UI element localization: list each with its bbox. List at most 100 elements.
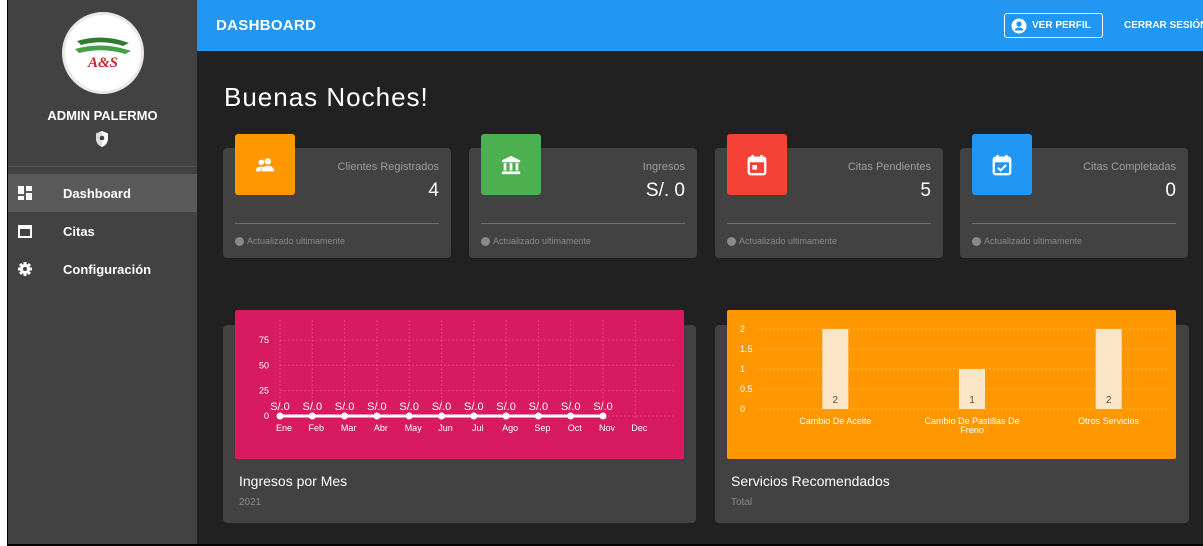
greeting-heading: Buenas Noches! xyxy=(224,82,429,112)
income-data-label: S/.0 xyxy=(335,401,355,413)
income-y-tick-label: 25 xyxy=(259,386,269,396)
stat-card-divider xyxy=(481,223,685,224)
income-data-point xyxy=(405,412,413,420)
company-logo: A&S xyxy=(62,12,144,94)
services-bar-label: 2 xyxy=(1106,395,1112,406)
stat-card-icon-box xyxy=(972,134,1032,195)
sidebar-item-label: Dashboard xyxy=(63,185,131,201)
stat-card-value: 5 xyxy=(920,180,931,201)
stat-card-footer: Actualizado ultimamente xyxy=(235,236,345,246)
stat-card-value: 0 xyxy=(1165,180,1176,201)
sidebar-divider xyxy=(8,166,197,167)
income-data-point xyxy=(438,412,445,420)
income-y-tick-label: 75 xyxy=(259,335,269,345)
services-x-tick-label: Freno xyxy=(960,425,984,435)
users-icon xyxy=(255,157,275,171)
page-title: DASHBOARD xyxy=(216,17,317,34)
view-profile-button[interactable]: VER PERFIL xyxy=(1004,13,1103,38)
income-chart-panel: Ene Feb Mar Abr May Jun Jul Ago Sep Oct Nov Dec 0 25 5… xyxy=(235,310,684,459)
logout-button[interactable]: CERRAR SESIÓN xyxy=(1124,20,1203,31)
income-chart-subtitle: 2021 xyxy=(239,497,262,508)
info-icon xyxy=(727,236,736,246)
services-chart-card: 0 0.5 1 1.5 2 2 Cambio De Aceite 1 Cambio De Pas… xyxy=(715,310,1189,523)
services-x-tick-label: Otros Servicios xyxy=(1078,416,1140,426)
shield-icon xyxy=(96,131,108,147)
income-data-point xyxy=(276,412,284,420)
stat-card-footer-text: Actualizado ultimamente xyxy=(493,236,592,246)
info-icon xyxy=(235,236,244,246)
income-data-label: S/.0 xyxy=(561,401,581,413)
stat-card-label: Citas Pendientes xyxy=(847,161,931,173)
stat-card-label: Clientes Registrados xyxy=(337,161,440,173)
income-chart-card: Ene Feb Mar Abr May Jun Jul Ago Sep Oct Nov Dec 0 25 5… xyxy=(223,310,696,523)
services-chart-title: Servicios Recomendados xyxy=(731,473,890,489)
income-x-tick-label: Sep xyxy=(534,423,550,433)
sidebar-item-label: Configuración xyxy=(63,261,152,277)
income-data-label: S/.0 xyxy=(303,401,323,413)
stat-card-footer-text: Actualizado ultimamente xyxy=(247,236,346,246)
stat-card-clientes: Clientes Registrados 4 Actualizado ultim… xyxy=(223,134,451,258)
services-chart-subtitle: Total xyxy=(731,497,753,508)
income-y-tick-label: 0 xyxy=(264,411,269,421)
income-data-label: S/.0 xyxy=(496,401,516,413)
stat-card-value: S/. 0 xyxy=(645,180,685,201)
stat-card-citas-pendientes: Citas Pendientes 5 Actualizado ultimamen… xyxy=(715,134,943,258)
income-x-tick-label: May xyxy=(405,423,423,433)
income-x-tick-label: Ene xyxy=(276,423,292,433)
income-line-chart: Ene Feb Mar Abr May Jun Jul Ago Sep Oct Nov Dec 0 25 5… xyxy=(259,320,675,433)
income-data-point xyxy=(341,412,349,420)
stat-card-value: 4 xyxy=(428,180,439,201)
income-x-tick-label: Jul xyxy=(472,423,484,433)
stat-card-footer-text: Actualizado ultimamente xyxy=(984,236,1083,246)
services-bar-label: 1 xyxy=(969,395,975,406)
services-y-tick-label: 1.5 xyxy=(740,344,753,354)
income-data-label: S/.0 xyxy=(593,401,613,413)
income-y-tick-label: 50 xyxy=(259,360,269,370)
stat-card-label: Ingresos xyxy=(642,161,685,173)
dashboard-icon xyxy=(18,186,32,200)
sidebar-item-dashboard[interactable]: Dashboard xyxy=(8,174,197,212)
services-y-tick-label: 0 xyxy=(740,404,745,414)
info-icon xyxy=(972,236,981,246)
income-data-label: S/.0 xyxy=(399,401,419,413)
income-data-point xyxy=(502,412,510,420)
income-data-point xyxy=(470,412,478,420)
stat-card-footer: Actualizado ultimamente xyxy=(727,236,837,246)
services-bar-chart: 00.511.522Cambio De Aceite1Cambio De Pas… xyxy=(740,324,1167,435)
stat-card-label: Citas Completadas xyxy=(1083,161,1176,173)
gear-icon xyxy=(18,262,32,276)
income-x-tick-label: Dec xyxy=(631,423,648,433)
app-window: A&S ADMIN PALERMO Dashboard Citas Config… xyxy=(7,0,1203,546)
top-app-bar: DASHBOARD VER PERFIL CERRAR SESIÓN xyxy=(197,0,1203,51)
services-x-tick-label: Cambio De Aceite xyxy=(799,416,871,426)
income-chart-title: Ingresos por Mes xyxy=(239,473,348,489)
calendar-pending-icon xyxy=(747,154,767,175)
account-circle-icon xyxy=(1011,18,1027,33)
income-data-point xyxy=(308,412,316,420)
calendar-icon xyxy=(18,225,32,238)
income-x-tick-label: Mar xyxy=(341,423,357,433)
stat-card-divider xyxy=(235,223,439,224)
logo-text: A&S xyxy=(87,55,118,71)
income-data-point xyxy=(373,412,381,420)
services-bar-label: 2 xyxy=(833,395,839,406)
services-chart-panel: 0 0.5 1 1.5 2 2 Cambio De Aceite 1 Cambio De Pas… xyxy=(727,310,1176,459)
stat-card-icon-box xyxy=(235,134,295,195)
services-y-tick-label: 2 xyxy=(740,324,745,334)
income-data-point xyxy=(599,412,607,420)
income-data-point xyxy=(567,412,575,420)
income-data-label: S/.0 xyxy=(432,401,452,413)
income-data-label: S/.0 xyxy=(464,401,484,413)
view-profile-label: VER PERFIL xyxy=(1032,20,1091,31)
services-y-tick-label: 0.5 xyxy=(740,384,753,394)
sidebar-item-label: Citas xyxy=(63,223,95,239)
income-x-tick-label: Nov xyxy=(599,423,616,433)
stat-card-footer: Actualizado ultimamente xyxy=(972,236,1082,246)
sidebar-item-configuracion[interactable]: Configuración xyxy=(8,250,197,288)
stat-card-icon-box xyxy=(727,134,787,195)
income-x-tick-label: Ago xyxy=(502,423,518,433)
income-data-label: S/.0 xyxy=(270,401,290,413)
stat-card-divider xyxy=(727,223,931,224)
stat-card-divider xyxy=(972,223,1176,224)
sidebar-item-citas[interactable]: Citas xyxy=(8,212,197,250)
